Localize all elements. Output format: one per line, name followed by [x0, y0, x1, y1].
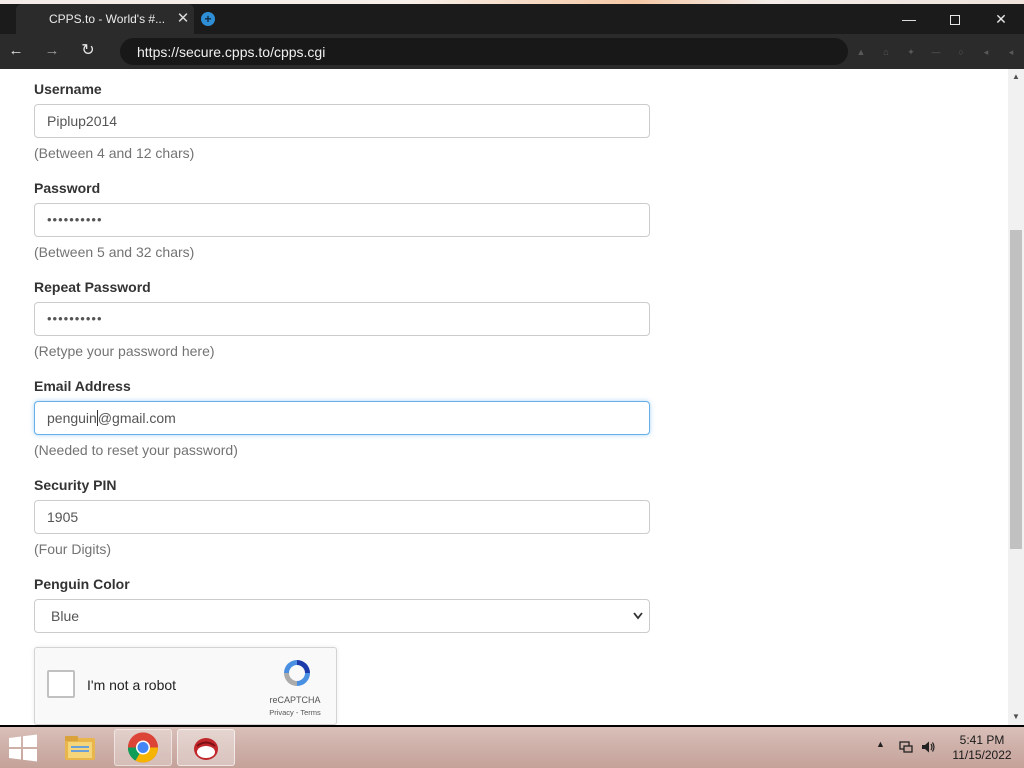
- page-scrollbar[interactable]: ▲ ▼: [1008, 69, 1024, 725]
- clock-time: 5:41 PM: [959, 733, 1005, 747]
- extension-icon[interactable]: ◂: [981, 47, 991, 57]
- browser-tab-bar: CPPS.to - World's #... ✕ + — ✕: [0, 4, 1024, 34]
- url-text: https://secure.cpps.to/cpps.cgi: [137, 44, 326, 60]
- reload-icon[interactable]: ↻: [77, 40, 99, 62]
- browser-toolbar: ← → ↻ https://secure.cpps.to/cpps.cgi ▲ …: [0, 34, 1024, 69]
- tab-title: CPPS.to - World's #...: [49, 12, 166, 26]
- email-label: Email Address: [34, 378, 131, 394]
- clock-date: 11/15/2022: [952, 748, 1012, 762]
- security-pin-label: Security PIN: [34, 477, 117, 493]
- extension-icon[interactable]: ○: [956, 47, 966, 57]
- username-field[interactable]: Piplup2014: [34, 104, 650, 138]
- scroll-down-arrow[interactable]: ▼: [1008, 709, 1024, 725]
- repeat-password-help: (Retype your password here): [34, 343, 215, 359]
- recaptcha-label: I'm not a robot: [87, 677, 177, 693]
- recaptcha-brand: reCAPTCHA: [269, 695, 321, 705]
- chevron-down-icon: [633, 600, 643, 645]
- tray-overflow-icon[interactable]: ▲: [876, 739, 885, 749]
- password-help: (Between 5 and 32 chars): [34, 244, 195, 260]
- recaptcha-logo-icon: [284, 660, 310, 686]
- email-value-start: penguin: [47, 410, 97, 426]
- username-help: (Between 4 and 12 chars): [34, 145, 195, 161]
- scroll-up-arrow[interactable]: ▲: [1008, 69, 1024, 85]
- extension-icon[interactable]: ✦: [906, 47, 916, 57]
- close-icon[interactable]: ✕: [176, 8, 190, 30]
- repeat-password-label: Repeat Password: [34, 279, 151, 295]
- maximize-icon[interactable]: [932, 8, 978, 30]
- home-icon[interactable]: ⌂: [881, 47, 891, 57]
- network-icon[interactable]: [898, 739, 914, 755]
- windows-start-icon[interactable]: [8, 734, 38, 762]
- username-label: Username: [34, 81, 102, 97]
- email-help: (Needed to reset your password): [34, 442, 238, 458]
- password-label: Password: [34, 180, 101, 196]
- recaptcha-widget: I'm not a robot reCAPTCHA Privacy - Term…: [34, 647, 337, 725]
- security-pin-field[interactable]: 1905: [34, 500, 650, 534]
- taskbar-clock[interactable]: 5:41 PM 11/15/2022: [944, 733, 1020, 763]
- security-pin-help: (Four Digits): [34, 541, 112, 557]
- minimize-icon[interactable]: —: [886, 8, 932, 30]
- extension-icon[interactable]: ▲: [856, 47, 866, 57]
- penguin-color-label: Penguin Color: [34, 576, 130, 592]
- forward-icon[interactable]: →: [41, 40, 63, 62]
- new-tab-icon[interactable]: +: [201, 12, 215, 26]
- email-field[interactable]: penguin@gmail.com: [34, 401, 650, 435]
- recaptcha-checkbox[interactable]: [47, 670, 75, 698]
- page-content: Username Piplup2014 (Between 4 and 12 ch…: [0, 69, 1008, 725]
- repeat-password-field[interactable]: ••••••••••: [34, 302, 650, 336]
- recaptcha-links[interactable]: Privacy - Terms: [255, 708, 335, 717]
- extension-icon[interactable]: —: [931, 47, 941, 57]
- address-bar[interactable]: https://secure.cpps.to/cpps.cgi: [120, 38, 848, 65]
- game-app-icon[interactable]: [177, 729, 235, 766]
- password-field[interactable]: ••••••••••: [34, 203, 650, 237]
- browser-tab[interactable]: CPPS.to - World's #... ✕: [16, 4, 194, 34]
- back-icon[interactable]: ←: [5, 40, 27, 62]
- file-explorer-icon[interactable]: [51, 729, 109, 766]
- volume-icon[interactable]: [920, 739, 936, 755]
- scrollbar-thumb[interactable]: [1010, 230, 1022, 549]
- email-value-end: @gmail.com: [97, 410, 176, 426]
- penguin-color-value: Blue: [51, 608, 80, 624]
- extension-icon[interactable]: ◂: [1006, 47, 1016, 57]
- windows-taskbar: ▲ 5:41 PM 11/15/2022: [0, 727, 1024, 768]
- chrome-icon[interactable]: [114, 729, 172, 766]
- penguin-color-select[interactable]: Blue: [34, 599, 650, 633]
- window-close-icon[interactable]: ✕: [978, 8, 1024, 30]
